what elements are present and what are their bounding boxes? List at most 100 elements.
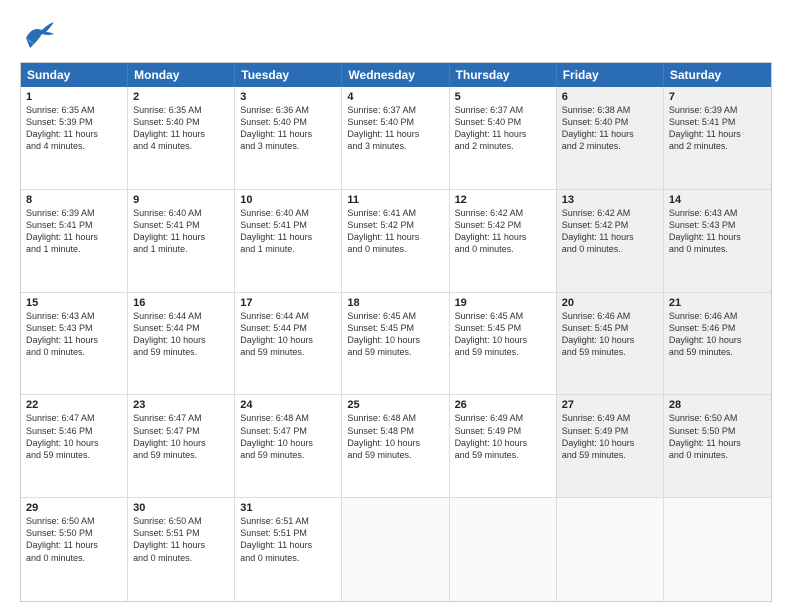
calendar-cell: 10Sunrise: 6:40 AMSunset: 5:41 PMDayligh… [235,190,342,292]
calendar-cell: 30Sunrise: 6:50 AMSunset: 5:51 PMDayligh… [128,498,235,601]
cell-info: Sunrise: 6:39 AMSunset: 5:41 PMDaylight:… [26,207,122,256]
header-day-tuesday: Tuesday [235,63,342,87]
day-number: 18 [347,297,443,309]
day-number: 23 [133,399,229,411]
calendar-cell: 29Sunrise: 6:50 AMSunset: 5:50 PMDayligh… [21,498,128,601]
header-day-saturday: Saturday [664,63,771,87]
calendar-cell: 27Sunrise: 6:49 AMSunset: 5:49 PMDayligh… [557,395,664,497]
day-number: 21 [669,297,766,309]
cell-info: Sunrise: 6:46 AMSunset: 5:46 PMDaylight:… [669,310,766,359]
calendar-week-1: 1Sunrise: 6:35 AMSunset: 5:39 PMDaylight… [21,87,771,190]
calendar-cell: 3Sunrise: 6:36 AMSunset: 5:40 PMDaylight… [235,87,342,189]
cell-info: Sunrise: 6:44 AMSunset: 5:44 PMDaylight:… [133,310,229,359]
day-number: 12 [455,194,551,206]
cell-info: Sunrise: 6:50 AMSunset: 5:51 PMDaylight:… [133,515,229,564]
header-day-thursday: Thursday [450,63,557,87]
calendar: SundayMondayTuesdayWednesdayThursdayFrid… [20,62,772,602]
header-day-wednesday: Wednesday [342,63,449,87]
header-day-friday: Friday [557,63,664,87]
calendar-cell [664,498,771,601]
cell-info: Sunrise: 6:45 AMSunset: 5:45 PMDaylight:… [347,310,443,359]
calendar-week-4: 22Sunrise: 6:47 AMSunset: 5:46 PMDayligh… [21,395,771,498]
calendar-cell: 13Sunrise: 6:42 AMSunset: 5:42 PMDayligh… [557,190,664,292]
day-number: 24 [240,399,336,411]
calendar-cell: 25Sunrise: 6:48 AMSunset: 5:48 PMDayligh… [342,395,449,497]
calendar-week-3: 15Sunrise: 6:43 AMSunset: 5:43 PMDayligh… [21,293,771,396]
cell-info: Sunrise: 6:38 AMSunset: 5:40 PMDaylight:… [562,104,658,153]
calendar-cell: 16Sunrise: 6:44 AMSunset: 5:44 PMDayligh… [128,293,235,395]
day-number: 11 [347,194,443,206]
calendar-cell: 31Sunrise: 6:51 AMSunset: 5:51 PMDayligh… [235,498,342,601]
day-number: 9 [133,194,229,206]
day-number: 8 [26,194,122,206]
header [20,18,772,54]
day-number: 16 [133,297,229,309]
calendar-cell: 6Sunrise: 6:38 AMSunset: 5:40 PMDaylight… [557,87,664,189]
calendar-cell: 7Sunrise: 6:39 AMSunset: 5:41 PMDaylight… [664,87,771,189]
calendar-cell: 28Sunrise: 6:50 AMSunset: 5:50 PMDayligh… [664,395,771,497]
page: SundayMondayTuesdayWednesdayThursdayFrid… [0,0,792,612]
calendar-cell: 11Sunrise: 6:41 AMSunset: 5:42 PMDayligh… [342,190,449,292]
cell-info: Sunrise: 6:40 AMSunset: 5:41 PMDaylight:… [133,207,229,256]
cell-info: Sunrise: 6:40 AMSunset: 5:41 PMDaylight:… [240,207,336,256]
calendar-cell [450,498,557,601]
calendar-cell: 8Sunrise: 6:39 AMSunset: 5:41 PMDaylight… [21,190,128,292]
day-number: 28 [669,399,766,411]
header-day-monday: Monday [128,63,235,87]
calendar-cell: 21Sunrise: 6:46 AMSunset: 5:46 PMDayligh… [664,293,771,395]
cell-info: Sunrise: 6:46 AMSunset: 5:45 PMDaylight:… [562,310,658,359]
calendar-cell: 14Sunrise: 6:43 AMSunset: 5:43 PMDayligh… [664,190,771,292]
day-number: 25 [347,399,443,411]
calendar-header: SundayMondayTuesdayWednesdayThursdayFrid… [21,63,771,87]
calendar-cell: 4Sunrise: 6:37 AMSunset: 5:40 PMDaylight… [342,87,449,189]
day-number: 2 [133,91,229,103]
cell-info: Sunrise: 6:47 AMSunset: 5:46 PMDaylight:… [26,412,122,461]
day-number: 7 [669,91,766,103]
cell-info: Sunrise: 6:50 AMSunset: 5:50 PMDaylight:… [669,412,766,461]
day-number: 6 [562,91,658,103]
cell-info: Sunrise: 6:49 AMSunset: 5:49 PMDaylight:… [562,412,658,461]
calendar-cell: 12Sunrise: 6:42 AMSunset: 5:42 PMDayligh… [450,190,557,292]
day-number: 15 [26,297,122,309]
day-number: 17 [240,297,336,309]
cell-info: Sunrise: 6:50 AMSunset: 5:50 PMDaylight:… [26,515,122,564]
calendar-week-2: 8Sunrise: 6:39 AMSunset: 5:41 PMDaylight… [21,190,771,293]
header-day-sunday: Sunday [21,63,128,87]
cell-info: Sunrise: 6:41 AMSunset: 5:42 PMDaylight:… [347,207,443,256]
calendar-cell: 23Sunrise: 6:47 AMSunset: 5:47 PMDayligh… [128,395,235,497]
cell-info: Sunrise: 6:35 AMSunset: 5:40 PMDaylight:… [133,104,229,153]
calendar-cell: 20Sunrise: 6:46 AMSunset: 5:45 PMDayligh… [557,293,664,395]
day-number: 3 [240,91,336,103]
cell-info: Sunrise: 6:49 AMSunset: 5:49 PMDaylight:… [455,412,551,461]
calendar-cell: 26Sunrise: 6:49 AMSunset: 5:49 PMDayligh… [450,395,557,497]
cell-info: Sunrise: 6:42 AMSunset: 5:42 PMDaylight:… [455,207,551,256]
cell-info: Sunrise: 6:37 AMSunset: 5:40 PMDaylight:… [455,104,551,153]
calendar-cell: 22Sunrise: 6:47 AMSunset: 5:46 PMDayligh… [21,395,128,497]
calendar-cell [342,498,449,601]
calendar-week-5: 29Sunrise: 6:50 AMSunset: 5:50 PMDayligh… [21,498,771,601]
day-number: 26 [455,399,551,411]
cell-info: Sunrise: 6:48 AMSunset: 5:47 PMDaylight:… [240,412,336,461]
day-number: 31 [240,502,336,514]
calendar-cell: 19Sunrise: 6:45 AMSunset: 5:45 PMDayligh… [450,293,557,395]
logo-icon [20,18,56,54]
day-number: 30 [133,502,229,514]
cell-info: Sunrise: 6:37 AMSunset: 5:40 PMDaylight:… [347,104,443,153]
day-number: 29 [26,502,122,514]
cell-info: Sunrise: 6:43 AMSunset: 5:43 PMDaylight:… [669,207,766,256]
cell-info: Sunrise: 6:35 AMSunset: 5:39 PMDaylight:… [26,104,122,153]
day-number: 27 [562,399,658,411]
calendar-cell: 2Sunrise: 6:35 AMSunset: 5:40 PMDaylight… [128,87,235,189]
calendar-cell: 24Sunrise: 6:48 AMSunset: 5:47 PMDayligh… [235,395,342,497]
day-number: 14 [669,194,766,206]
calendar-cell: 9Sunrise: 6:40 AMSunset: 5:41 PMDaylight… [128,190,235,292]
cell-info: Sunrise: 6:39 AMSunset: 5:41 PMDaylight:… [669,104,766,153]
day-number: 4 [347,91,443,103]
cell-info: Sunrise: 6:43 AMSunset: 5:43 PMDaylight:… [26,310,122,359]
logo [20,18,58,54]
day-number: 1 [26,91,122,103]
day-number: 10 [240,194,336,206]
cell-info: Sunrise: 6:51 AMSunset: 5:51 PMDaylight:… [240,515,336,564]
cell-info: Sunrise: 6:47 AMSunset: 5:47 PMDaylight:… [133,412,229,461]
calendar-cell [557,498,664,601]
